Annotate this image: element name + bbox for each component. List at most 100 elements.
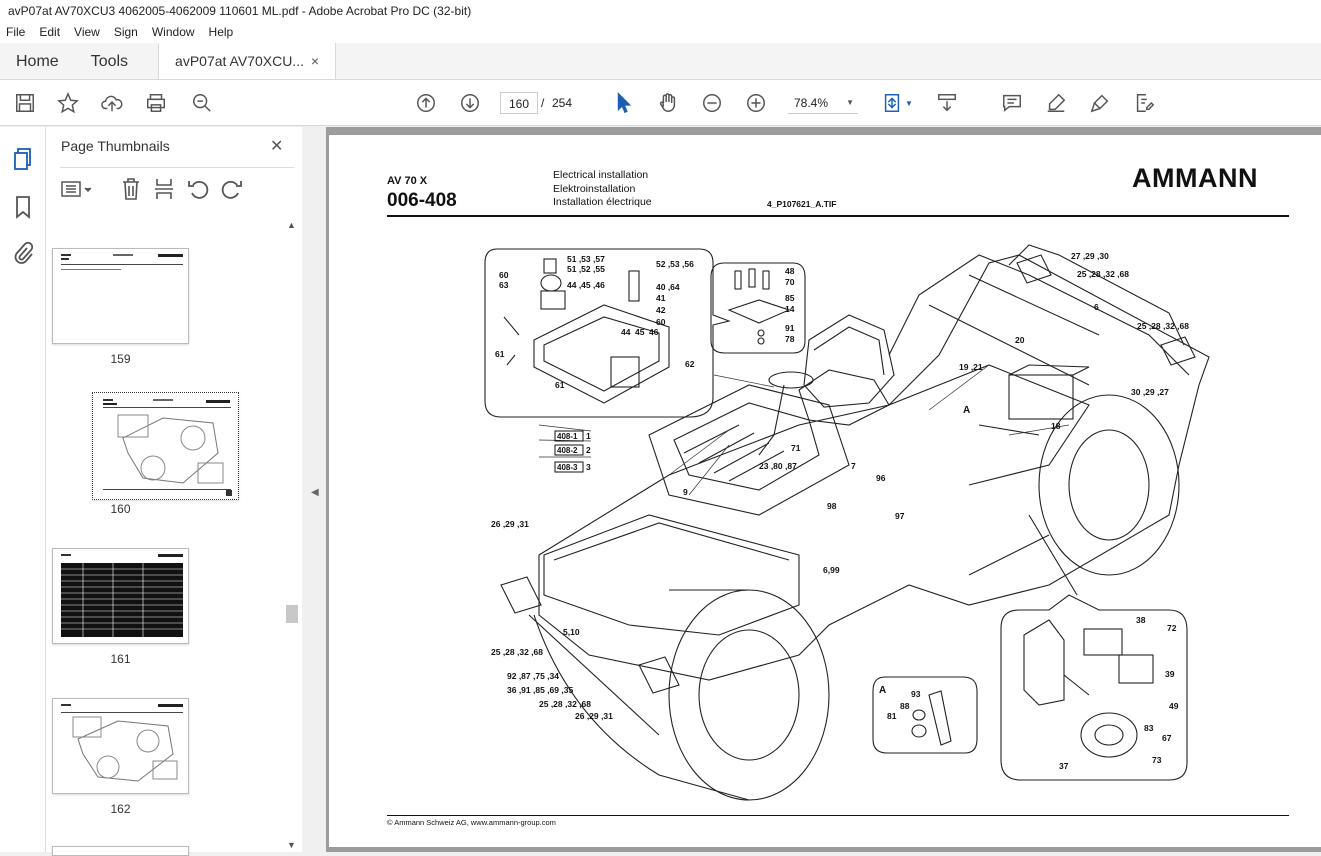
- delete-icon[interactable]: [120, 177, 142, 206]
- callout-label: 83: [1144, 723, 1154, 733]
- callout-label: 71: [791, 443, 801, 453]
- save-icon[interactable]: [13, 91, 37, 115]
- star-icon[interactable]: [56, 91, 80, 115]
- callout-label: 6,99: [823, 565, 840, 575]
- thumbnail-label: 162: [110, 802, 131, 816]
- page-thumbnails-icon[interactable]: [12, 147, 34, 176]
- highlight-icon[interactable]: [1044, 91, 1068, 115]
- thumbnail-page-160[interactable]: [92, 392, 239, 500]
- callout-label: 40 ,64: [656, 282, 680, 292]
- bookmark-icon[interactable]: [14, 195, 32, 224]
- zoom-level-value: 78.4%: [794, 96, 829, 110]
- zoom-search-icon[interactable]: [190, 91, 214, 115]
- callout-label: 42: [656, 305, 666, 315]
- edit-pdf-icon[interactable]: [1132, 91, 1156, 115]
- tab-home[interactable]: Home: [0, 43, 75, 79]
- thumbnail-page-162[interactable]: [52, 698, 189, 794]
- panel-title: Page Thumbnails: [61, 138, 170, 154]
- menu-file[interactable]: File: [6, 22, 25, 43]
- page-down-icon[interactable]: [458, 91, 482, 115]
- hand-icon[interactable]: [656, 91, 680, 115]
- callout-label: 45: [635, 327, 645, 337]
- print-icon[interactable]: [144, 91, 168, 115]
- collapse-arrow-icon[interactable]: ◀: [311, 487, 319, 498]
- attachment-icon[interactable]: [12, 241, 34, 270]
- callout-label: 39: [1165, 669, 1175, 679]
- tab-document[interactable]: avP07at AV70XCU... ×: [158, 43, 337, 79]
- scroll-up-icon[interactable]: ▲: [287, 220, 296, 230]
- rotate-left-icon[interactable]: [187, 177, 209, 206]
- thumbnails-scrollbar[interactable]: ▲ ▼: [286, 220, 300, 852]
- thumbnail-page-next[interactable]: [52, 846, 189, 856]
- callout-label: 98: [827, 501, 837, 511]
- machine-frame: [538, 254, 1210, 681]
- close-panel-icon[interactable]: ✕: [270, 136, 283, 156]
- callout-label: 62: [685, 359, 695, 369]
- callout-label: 60: [656, 317, 666, 327]
- collapse-panel-handle[interactable]: ◀: [302, 127, 326, 852]
- callout-label: 25 ,28 ,32 ,68: [491, 647, 543, 657]
- callout-label: 52 ,53 ,56: [656, 259, 694, 269]
- exploded-parts-drawing: 408-1 408-2 408-3 51 ,53 ,57 51 ,52 ,55 …: [484, 244, 1210, 801]
- page-separator: /: [541, 96, 545, 110]
- menu-edit[interactable]: Edit: [39, 22, 60, 43]
- thumbnail-page-159[interactable]: [52, 248, 189, 344]
- comment-icon[interactable]: [1000, 91, 1024, 115]
- rotate-right-icon[interactable]: [221, 177, 243, 206]
- callout-label: 78: [785, 334, 795, 344]
- callout-label: 18: [1051, 421, 1061, 431]
- callout-label: 27 ,29 ,30: [1071, 251, 1109, 261]
- detail-box-dashboard: [484, 248, 731, 418]
- callout-label: 30 ,29 ,27: [1131, 387, 1169, 397]
- callout-label: 88: [900, 701, 910, 711]
- window-title: avP07at AV70XCU3 4062005-4062009 110601 …: [0, 0, 1321, 22]
- thumbnail-page-161[interactable]: [52, 548, 189, 644]
- close-tab-icon[interactable]: ×: [311, 43, 319, 79]
- callout-label: 70: [785, 277, 795, 287]
- menu-sign[interactable]: Sign: [114, 22, 138, 43]
- zoom-out-icon[interactable]: [700, 91, 724, 115]
- page-fit-icon[interactable]: [880, 91, 904, 115]
- extract-pages-icon[interactable]: [153, 177, 175, 206]
- callout-label: 26 ,29 ,31: [491, 519, 529, 529]
- callout-label: 63: [499, 280, 509, 290]
- refbox-label: 408-2: [557, 446, 578, 455]
- menu-help[interactable]: Help: [209, 22, 234, 43]
- refbox-label: 408-3: [557, 463, 578, 472]
- select-cursor-icon[interactable]: [612, 91, 636, 115]
- callout-label: 60: [499, 270, 509, 280]
- zoom-in-icon[interactable]: [744, 91, 768, 115]
- toolbar: 160 / 254 78.4% ▼ ▼: [0, 80, 1321, 126]
- sign-icon[interactable]: [1088, 91, 1112, 115]
- callout-label: 26 ,29 ,31: [575, 711, 613, 721]
- callout-label: A: [879, 685, 886, 696]
- page-number-input[interactable]: 160: [500, 92, 538, 114]
- callout-label: 46: [649, 327, 659, 337]
- page-up-icon[interactable]: [414, 91, 438, 115]
- chevron-down-icon: ▼: [846, 98, 854, 107]
- scrollbar-thumb[interactable]: [286, 605, 298, 623]
- zoom-level-select[interactable]: 78.4% ▼: [788, 92, 858, 114]
- callout-label: 14: [785, 304, 795, 314]
- callout-label: 91: [785, 323, 795, 333]
- callout-label: 72: [1167, 623, 1177, 633]
- callout-label: 85: [785, 293, 795, 303]
- menu-view[interactable]: View: [74, 22, 100, 43]
- callout-label: 97: [895, 511, 905, 521]
- scroll-mode-icon[interactable]: [935, 91, 959, 115]
- menu-window[interactable]: Window: [152, 22, 195, 43]
- page-total: 254: [552, 96, 573, 110]
- page-fit-dropdown-icon[interactable]: ▼: [904, 91, 914, 115]
- scroll-down-icon[interactable]: ▼: [287, 840, 296, 850]
- refbox-label: 408-1: [557, 432, 578, 441]
- callout-label: 44: [621, 327, 631, 337]
- thumbnail-label: 161: [110, 652, 131, 666]
- document-viewer[interactable]: AV 70 X 006-408 Electrical installation …: [326, 127, 1321, 852]
- thumbnail-options-icon[interactable]: [60, 179, 94, 204]
- tab-tools[interactable]: Tools: [75, 43, 144, 79]
- callout-label: 23 ,80 ,87: [759, 461, 797, 471]
- thumbnail-label: 160: [110, 502, 131, 516]
- callout-label: 37: [1059, 761, 1069, 771]
- upload-icon[interactable]: [100, 91, 124, 115]
- callout-label: 20: [1015, 335, 1025, 345]
